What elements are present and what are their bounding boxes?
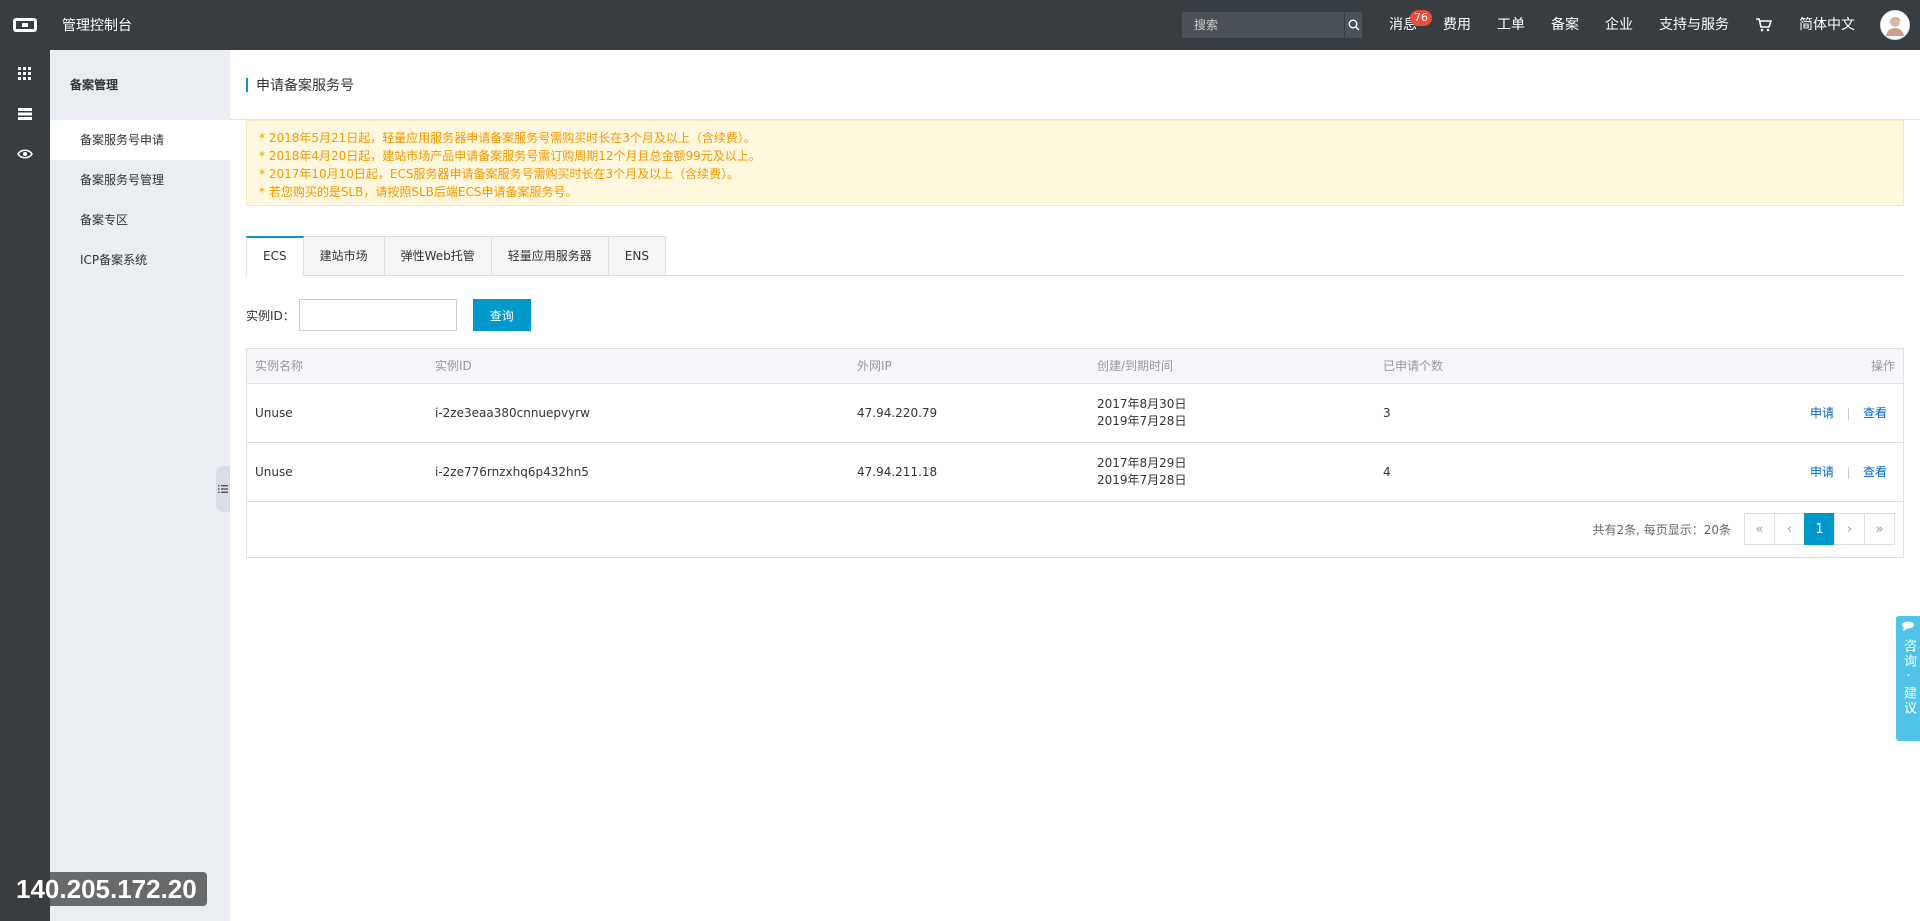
icon-rail: [0, 50, 50, 921]
tab-lightweight-server[interactable]: 轻量应用服务器: [491, 236, 609, 276]
col-applied-count: 已申请个数: [1375, 349, 1588, 384]
grid-icon[interactable]: [0, 54, 50, 94]
query-button[interactable]: 查询: [472, 299, 531, 331]
expire-date: 2019年7月28日: [1097, 413, 1187, 428]
view-link[interactable]: 查看: [1863, 406, 1887, 420]
instance-table: 实例名称 实例ID 外网IP 创建/到期时间 已申请个数 操作 Unuse i-…: [246, 348, 1904, 558]
feedback-label: 咨询·建议: [1901, 639, 1916, 716]
top-right-nav: 消息76 费用 工单 备案 企业 支持与服务 简体中文: [1182, 0, 1920, 50]
first-page-button[interactable]: «: [1744, 513, 1775, 545]
query-form: 实例ID： 查询: [246, 299, 531, 331]
notice-box: * 2018年5月21日起，轻量应用服务器申请备案服务号需购买时长在3个月及以上…: [246, 120, 1904, 206]
nav-enterprise[interactable]: 企业: [1592, 0, 1646, 50]
sidebar-title[interactable]: 备案管理: [50, 50, 230, 120]
actions-cell: 申请 查看: [1587, 442, 1903, 501]
product-tabs: ECS 建站市场 弹性Web托管 轻量应用服务器 ENS: [246, 236, 1904, 276]
prev-page-button[interactable]: ‹: [1774, 513, 1805, 545]
action-divider: [1847, 466, 1849, 479]
feedback-button[interactable]: 咨询·建议: [1896, 616, 1920, 741]
expire-date: 2019年7月28日: [1097, 472, 1187, 487]
notice-line: * 2018年5月21日起，轻量应用服务器申请备案服务号需购买时长在3个月及以上…: [259, 131, 756, 145]
logo-icon[interactable]: [0, 0, 50, 50]
collapse-icon[interactable]: [216, 466, 230, 512]
public-ip: 47.94.220.79: [857, 405, 938, 420]
apply-link[interactable]: 申请: [1810, 465, 1834, 479]
secondary-sidebar: 备案管理 备案服务号申请 备案服务号管理 备案专区 ICP备案系统: [50, 50, 230, 921]
cart-icon[interactable]: [1742, 0, 1786, 50]
nav-tickets[interactable]: 工单: [1484, 0, 1538, 50]
sidebar-item-icp-system[interactable]: ICP备案系统: [50, 240, 230, 280]
instance-id: i-2ze776rnzxhq6p432hn5: [435, 464, 589, 479]
dates-cell: 2017年8月29日 2019年7月28日: [1089, 442, 1375, 501]
title-accent-bar: [246, 77, 248, 92]
table-row: Unuse i-2ze776rnzxhq6p432hn5 47.94.211.1…: [247, 442, 1903, 501]
page-header: 申请备案服务号: [230, 50, 1920, 120]
language-switch[interactable]: 简体中文: [1786, 0, 1868, 50]
notice-line: * 若您购买的是SLB，请按照SLB后端ECS申请备案服务号。: [259, 185, 578, 199]
tab-ens[interactable]: ENS: [608, 236, 666, 276]
tab-web-hosting[interactable]: 弹性Web托管: [384, 236, 492, 276]
eye-icon[interactable]: [0, 134, 50, 174]
page-1-button[interactable]: 1: [1804, 513, 1835, 545]
applied-count: 3: [1383, 405, 1391, 420]
search-box: [1182, 12, 1362, 38]
apply-link[interactable]: 申请: [1810, 406, 1834, 420]
search-input[interactable]: [1182, 12, 1344, 38]
nav-billing[interactable]: 费用: [1430, 0, 1484, 50]
sidebar-item-apply-service-number[interactable]: 备案服务号申请: [50, 120, 230, 160]
col-dates: 创建/到期时间: [1089, 349, 1375, 384]
dates-cell: 2017年8月30日 2019年7月28日: [1089, 383, 1375, 442]
instance-id: i-2ze3eaa380cnnuepvyrw: [435, 405, 590, 420]
ip-overlay: 140.205.172.20: [6, 872, 207, 906]
next-page-button[interactable]: ›: [1834, 513, 1865, 545]
sidebar-item-filing-zone[interactable]: 备案专区: [50, 200, 230, 240]
list-icon[interactable]: [0, 94, 50, 134]
col-instance-name: 实例名称: [247, 349, 427, 384]
sidebar-item-manage-service-number[interactable]: 备案服务号管理: [50, 160, 230, 200]
col-instance-id: 实例ID: [427, 349, 849, 384]
instance-name: Unuse: [255, 464, 293, 479]
pagination-summary: 共有2条, 每页显示：20条: [1592, 522, 1731, 537]
created-date: 2017年8月29日: [1097, 455, 1187, 470]
search-icon[interactable]: [1344, 12, 1362, 38]
tab-site-market[interactable]: 建站市场: [303, 236, 385, 276]
col-actions: 操作: [1587, 349, 1903, 384]
table-row: Unuse i-2ze3eaa380cnnuepvyrw 47.94.220.7…: [247, 383, 1903, 442]
col-public-ip: 外网IP: [849, 349, 1089, 384]
messages-badge: 76: [1410, 10, 1432, 26]
instance-id-input[interactable]: [298, 299, 457, 331]
pagination: 共有2条, 每页显示：20条 « ‹ 1 › »: [1592, 513, 1895, 545]
avatar[interactable]: [1880, 10, 1910, 40]
main-content: 申请备案服务号 * 2018年5月21日起，轻量应用服务器申请备案服务号需购买时…: [230, 50, 1920, 921]
notice-line: * 2018年4月20日起，建站市场产品申请备案服务号需订购周期12个月且总金额…: [259, 149, 761, 163]
notice-line: * 2017年10月10日起，ECS服务器申请备案服务号需购买时长在3个月及以上…: [259, 167, 740, 181]
public-ip: 47.94.211.18: [857, 464, 938, 479]
table-header-row: 实例名称 实例ID 外网IP 创建/到期时间 已申请个数 操作: [247, 349, 1903, 384]
feedback-icon: [1901, 620, 1915, 635]
top-bar: 管理控制台 消息76 费用 工单 备案 企业 支持与服务 简体中文: [0, 0, 1920, 50]
nav-messages[interactable]: 消息 76: [1376, 0, 1432, 50]
view-link[interactable]: 查看: [1863, 465, 1887, 479]
tab-ecs[interactable]: ECS: [246, 236, 304, 276]
page-title: 申请备案服务号: [256, 77, 354, 94]
instance-id-label: 实例ID：: [246, 308, 295, 323]
last-page-button[interactable]: »: [1864, 513, 1895, 545]
nav-filing[interactable]: 备案: [1538, 0, 1592, 50]
console-title[interactable]: 管理控制台: [62, 15, 132, 35]
nav-support[interactable]: 支持与服务: [1646, 0, 1742, 50]
created-date: 2017年8月30日: [1097, 396, 1187, 411]
applied-count: 4: [1383, 464, 1391, 479]
action-divider: [1847, 407, 1849, 420]
instance-name: Unuse: [255, 405, 293, 420]
actions-cell: 申请 查看: [1587, 383, 1903, 442]
